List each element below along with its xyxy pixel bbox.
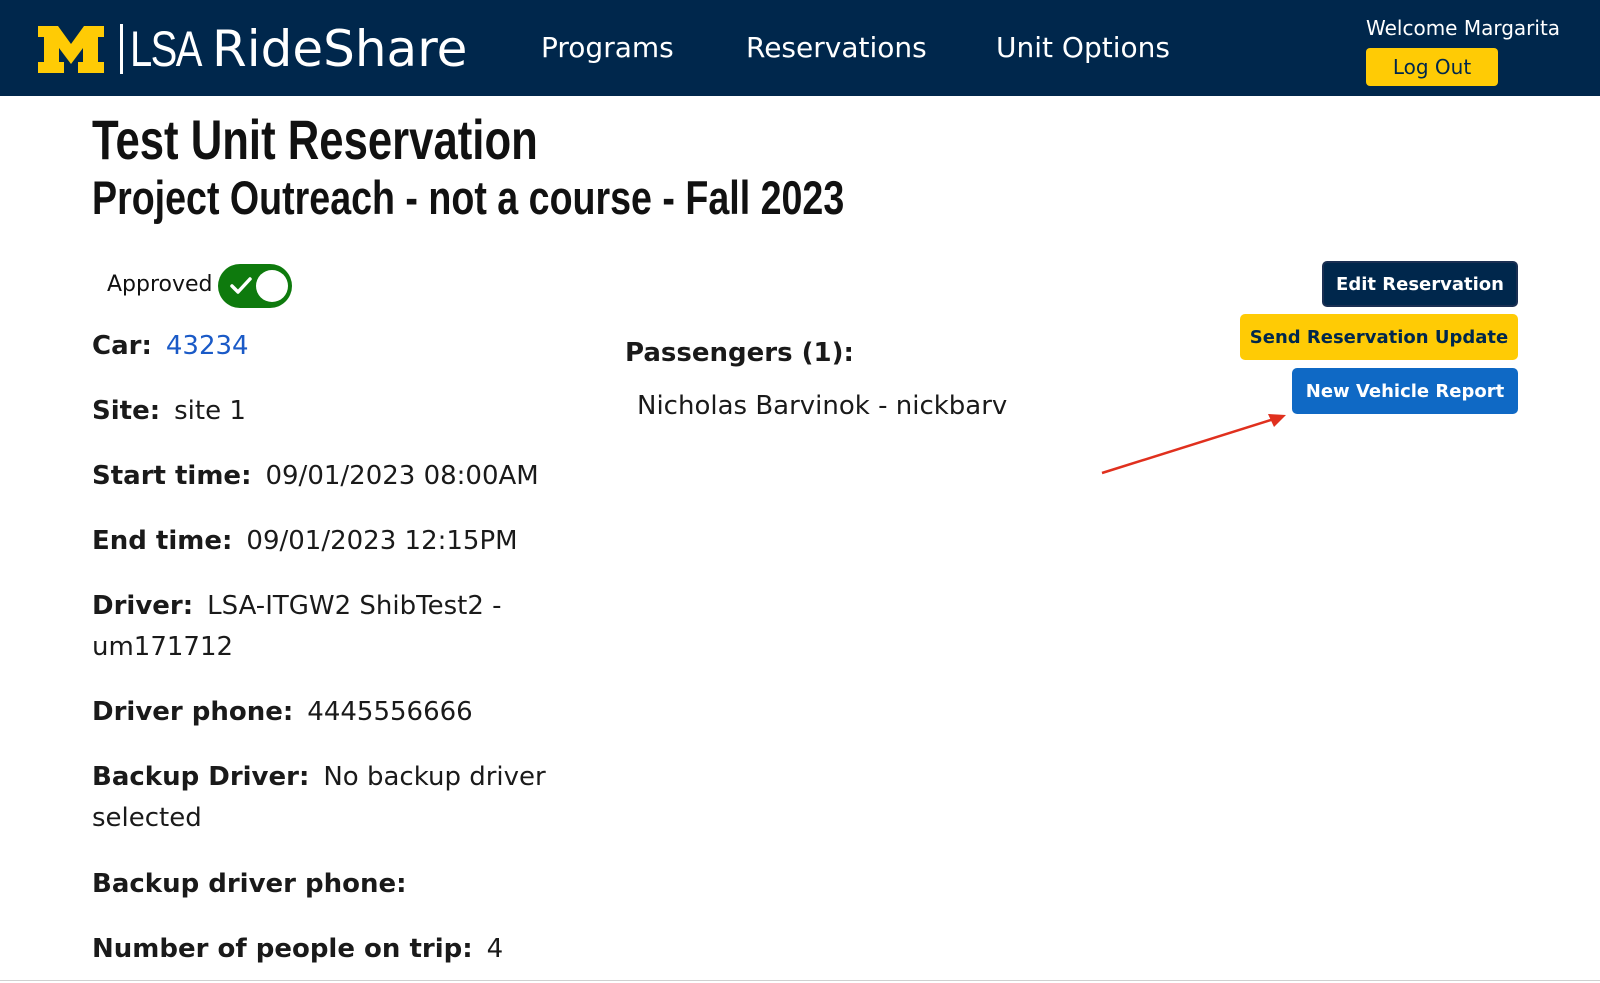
start-time-label: Start time:	[92, 461, 252, 491]
driver-value: LSA-ITGW2 ShibTest2 -	[207, 591, 502, 621]
people-count-row: Number of people on trip: 4	[92, 929, 503, 970]
page-title: Test Unit Reservation	[92, 108, 538, 171]
end-time-value: 09/01/2023 12:15PM	[246, 526, 518, 556]
nav-reservations[interactable]: Reservations	[746, 30, 927, 66]
site-row: Site: site 1	[92, 391, 246, 432]
approved-label: Approved	[107, 272, 213, 297]
nav-programs[interactable]: Programs	[541, 30, 674, 66]
site-label: Site:	[92, 396, 161, 426]
bottom-divider	[0, 980, 1600, 981]
driver-phone-label: Driver phone:	[92, 697, 294, 727]
start-time-row: Start time: 09/01/2023 08:00AM	[92, 456, 539, 497]
people-count-value: 4	[486, 934, 504, 964]
checkmark-icon	[230, 277, 252, 294]
backup-phone-label: Backup driver phone:	[92, 869, 407, 899]
car-row: Car: 43234	[92, 326, 249, 367]
backup-driver-row: Backup Driver: No backup driver	[92, 757, 546, 798]
new-vehicle-report-button[interactable]: New Vehicle Report	[1292, 368, 1518, 414]
backup-driver-row-cont: selected	[92, 798, 202, 839]
start-time-value: 09/01/2023 08:00AM	[265, 461, 539, 491]
end-time-row: End time: 09/01/2023 12:15PM	[92, 521, 518, 562]
page-subtitle: Project Outreach - not a course - Fall 2…	[92, 171, 845, 224]
driver-row: Driver: LSA-ITGW2 ShibTest2 -	[92, 586, 502, 627]
annotation-arrow-icon	[1101, 414, 1286, 475]
car-label: Car:	[92, 331, 152, 361]
backup-driver-value-cont: selected	[92, 803, 202, 833]
car-link[interactable]: 43234	[166, 331, 249, 361]
welcome-message: Welcome Margarita	[1366, 16, 1561, 40]
edit-reservation-button[interactable]: Edit Reservation	[1322, 261, 1518, 307]
top-nav-bar: LSA RideShare Programs Reservations Unit…	[0, 0, 1600, 96]
lsa-logo-text: LSA	[130, 21, 202, 77]
driver-label: Driver:	[92, 591, 194, 621]
backup-phone-row: Backup driver phone:	[92, 864, 421, 905]
send-reservation-update-button[interactable]: Send Reservation Update	[1240, 314, 1518, 360]
driver-phone-row: Driver phone: 4445556666	[92, 692, 473, 733]
logo-divider	[120, 24, 123, 74]
end-time-label: End time:	[92, 526, 233, 556]
driver-value-uniqname: um171712	[92, 632, 234, 662]
passenger-item: Nicholas Barvinok - nickbarv	[637, 391, 1008, 421]
driver-row-cont: um171712	[92, 627, 233, 668]
nav-unit-options[interactable]: Unit Options	[996, 30, 1170, 66]
toggle-knob	[256, 270, 288, 302]
people-count-label: Number of people on trip:	[92, 934, 473, 964]
passengers-label: Passengers (1):	[625, 338, 854, 368]
app-title[interactable]: RideShare	[212, 20, 467, 78]
backup-driver-label: Backup Driver:	[92, 762, 310, 792]
backup-driver-value: No backup driver	[323, 762, 546, 792]
approved-toggle[interactable]	[218, 264, 292, 308]
logout-button[interactable]: Log Out	[1366, 48, 1498, 86]
site-value: site 1	[174, 396, 246, 426]
block-m-logo-icon[interactable]	[38, 26, 104, 73]
driver-phone-value: 4445556666	[307, 697, 473, 727]
